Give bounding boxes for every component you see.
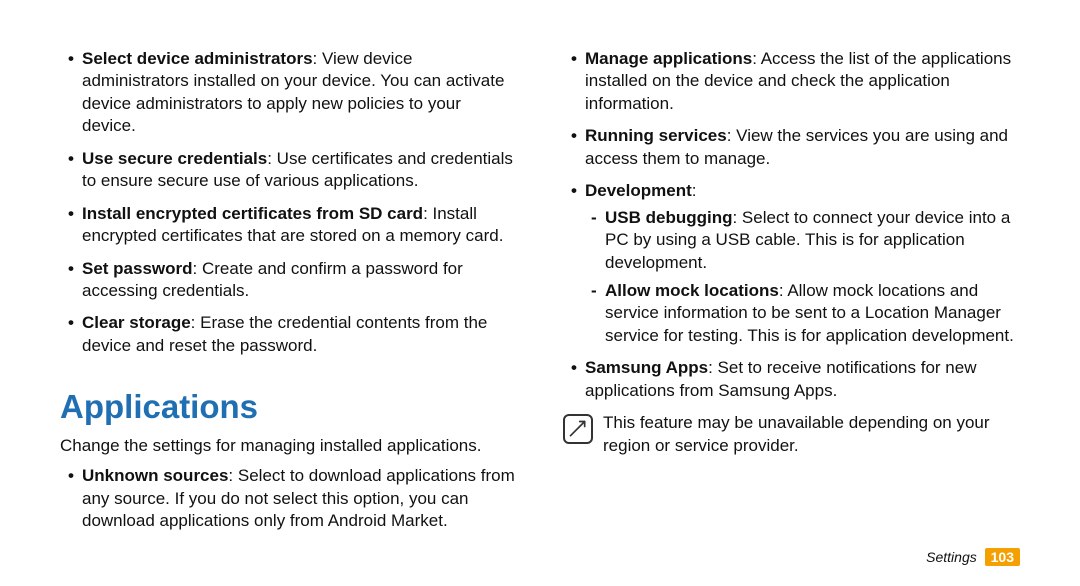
note-text: This feature may be unavailable dependin… (603, 412, 1020, 457)
bullet-list: Manage applications: Access the list of … (563, 48, 1020, 402)
item-bold: Clear storage (82, 313, 191, 332)
note-row: This feature may be unavailable dependin… (563, 412, 1020, 457)
left-column: Select device administrators: View devic… (60, 48, 517, 550)
section-intro: Change the settings for managing install… (60, 435, 517, 457)
list-item: Samsung Apps: Set to receive notificatio… (563, 357, 1020, 402)
item-text: : (692, 181, 697, 200)
sub-item: Allow mock locations: Allow mock locatio… (585, 280, 1020, 347)
sub-item: USB debugging: Select to connect your de… (585, 207, 1020, 274)
list-item: Unknown sources: Select to download appl… (60, 465, 517, 532)
item-bold: Use secure credentials (82, 149, 267, 168)
list-item: Running services: View the services you … (563, 125, 1020, 170)
list-item: Clear storage: Erase the credential cont… (60, 312, 517, 357)
item-bold: Unknown sources (82, 466, 228, 485)
list-item: Install encrypted certificates from SD c… (60, 203, 517, 248)
right-column: Manage applications: Access the list of … (563, 48, 1020, 550)
list-item: Manage applications: Access the list of … (563, 48, 1020, 115)
list-item: Use secure credentials: Use certificates… (60, 148, 517, 193)
bullet-list: Select device administrators: View devic… (60, 48, 517, 357)
list-item: Set password: Create and confirm a passw… (60, 258, 517, 303)
footer-page-number: 103 (985, 548, 1020, 566)
section-heading: Applications (60, 385, 517, 429)
footer-section: Settings (926, 549, 977, 565)
item-bold: Install encrypted certificates from SD c… (82, 204, 423, 223)
page-footer: Settings 103 (926, 548, 1020, 566)
item-bold: USB debugging (605, 208, 732, 227)
item-bold: Running services (585, 126, 727, 145)
item-bold: Manage applications (585, 49, 752, 68)
item-bold: Set password (82, 259, 193, 278)
item-bold: Allow mock locations (605, 281, 779, 300)
manual-page: Select device administrators: View devic… (0, 0, 1080, 586)
item-bold: Select device administrators (82, 49, 313, 68)
list-item: Development: USB debugging: Select to co… (563, 180, 1020, 347)
item-bold: Samsung Apps (585, 358, 708, 377)
sub-list: USB debugging: Select to connect your de… (585, 207, 1020, 348)
bullet-list: Unknown sources: Select to download appl… (60, 465, 517, 532)
note-icon (563, 414, 593, 444)
list-item: Select device administrators: View devic… (60, 48, 517, 138)
item-bold: Development (585, 181, 692, 200)
